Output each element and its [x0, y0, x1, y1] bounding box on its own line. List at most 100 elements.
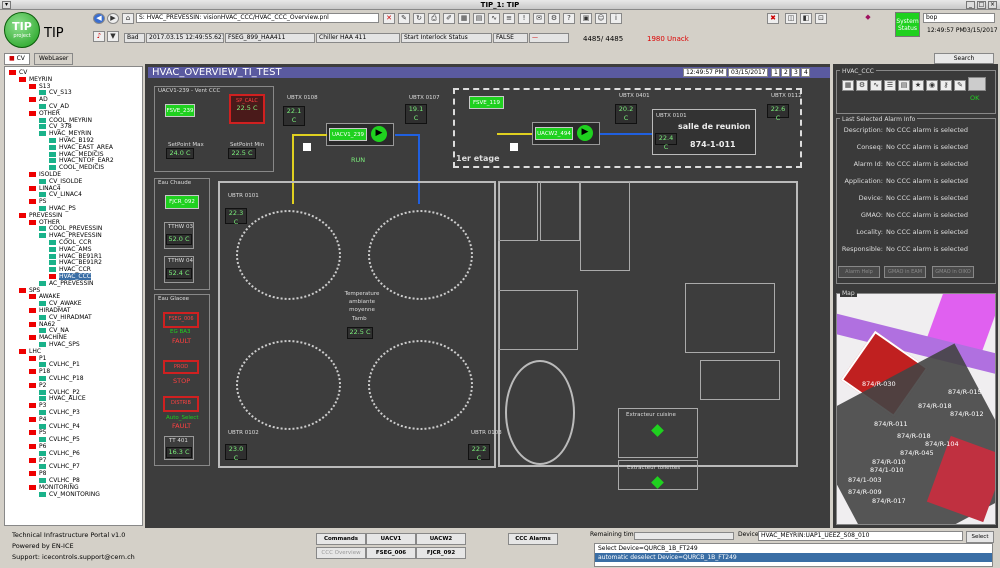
map-room-tag[interactable]: 874/R-015 — [948, 388, 982, 396]
gmao-oiko-button[interactable]: GMAO in OIKO — [932, 266, 974, 278]
map-room-tag[interactable]: 874/R-030 — [862, 380, 896, 388]
map-room-tag[interactable]: 874/1-010 — [870, 466, 903, 474]
book-icon[interactable]: ◆ — [862, 13, 874, 24]
note-icon[interactable]: ✎ — [954, 80, 966, 91]
split-icon[interactable]: ◧ — [800, 13, 812, 24]
tab-weblaser[interactable]: WebLaser — [34, 53, 74, 65]
map-room-tag[interactable]: 874/R-018 — [897, 432, 931, 440]
maximize-icon[interactable]: □ — [977, 1, 986, 9]
alarm-help-button[interactable]: Alarm Help — [838, 266, 880, 278]
minimize-icon[interactable]: _ — [966, 1, 975, 9]
map-room-tag[interactable]: 874/R-010 — [872, 458, 906, 466]
refresh-icon[interactable]: ↻ — [413, 13, 425, 24]
sp-min-value[interactable]: 22.5 C — [228, 148, 256, 159]
mail-icon[interactable]: ✉ — [533, 13, 545, 24]
sensor-ubtx-0101[interactable]: 22.4 C — [655, 133, 677, 151]
close-icon[interactable]: × — [988, 1, 997, 9]
trend-icon[interactable]: ∿ — [488, 13, 500, 24]
prod-button[interactable]: PROD — [163, 360, 199, 374]
alarm-icon[interactable]: ! — [518, 13, 530, 24]
chart-icon[interactable]: ▤ — [473, 13, 485, 24]
map-room-tag[interactable]: 874/R-011 — [874, 420, 908, 428]
uacv1-unit[interactable]: UACV1_239 ▶ — [326, 123, 394, 146]
forward-icon[interactable]: ▶ — [107, 13, 119, 24]
edit-icon[interactable]: ✐ — [443, 13, 455, 24]
globe-icon[interactable]: ◉ — [926, 80, 938, 91]
keyboard-icon[interactable] — [968, 77, 986, 91]
sensor-ubtx-0107[interactable]: 19.1 C — [405, 104, 427, 124]
uacv2-unit[interactable]: UACW2_494 ▶ — [532, 122, 600, 145]
ccc-alarms-button[interactable]: CCC Alarms — [508, 533, 558, 545]
uacw2-button[interactable]: UACW2 — [416, 533, 466, 545]
settings-icon[interactable]: ⚙ — [548, 13, 560, 24]
tthw04-box[interactable]: TTHW 04 52.4 C — [164, 256, 194, 283]
help-icon[interactable]: ? — [563, 13, 575, 24]
unack-counter[interactable]: 1980 Unack — [647, 35, 689, 43]
back-icon[interactable]: ◀ — [93, 13, 105, 24]
overview-icon[interactable]: ▦ — [842, 80, 854, 91]
tools-icon[interactable]: ✎ — [398, 13, 410, 24]
exit-icon[interactable]: ✖ — [767, 13, 779, 24]
map-room-tag[interactable]: 874/1-003 — [848, 476, 881, 484]
search-button[interactable]: Search — [934, 53, 994, 64]
select-button[interactable]: Select — [966, 531, 994, 543]
filter-icon[interactable]: ▼ — [107, 31, 119, 42]
map-room-tag[interactable]: 874/R-009 — [848, 488, 882, 496]
fjcr-092-button[interactable]: FJCR_092 — [165, 195, 199, 209]
window-icon[interactable]: ◫ — [785, 13, 797, 24]
fsve-119-button[interactable]: FSVE_119 — [469, 96, 504, 109]
sensor-ubtr-0103[interactable]: 22.2 C — [468, 444, 490, 462]
sensor-ubtx-0112[interactable]: 22.6 C — [767, 104, 789, 122]
map-room-tag[interactable]: 874/R-104 — [925, 440, 959, 448]
sensor-ubtr-0102[interactable]: 23.0 C — [225, 444, 247, 462]
search-input[interactable]: bop — [923, 13, 995, 23]
distrib-button[interactable]: DISTRIB — [163, 396, 199, 412]
doc-icon[interactable]: ☰ — [884, 80, 896, 91]
gmao-eam-button[interactable]: GMAO in EAM — [884, 266, 926, 278]
grid-icon[interactable]: ▦ — [458, 13, 470, 24]
ccc-overview-button[interactable]: CCC Overview — [316, 547, 366, 559]
commands-button[interactable]: Commands — [316, 533, 366, 545]
device-input[interactable]: HVAC_MEYRIN:UAP1_UEEZ_S08_010 — [758, 531, 963, 541]
sp-calc-box[interactable]: SP_CALC 22.5 C — [229, 94, 265, 124]
sensor-ubtr-0101[interactable]: 22.3 C — [225, 208, 247, 226]
close-panel-icon[interactable]: ✕ — [383, 13, 395, 24]
tamb-value[interactable]: 22.5 C — [347, 327, 373, 339]
bell-icon[interactable]: ♪ — [93, 31, 105, 42]
map-room-tag[interactable]: 874/R-045 — [900, 449, 934, 457]
star-icon[interactable]: ★ — [912, 80, 924, 91]
sensor-ubtx-0401[interactable]: 20.2 C — [615, 104, 637, 124]
tt401-box[interactable]: TT 401 16.3 C — [164, 436, 194, 460]
tree-node[interactable]: AC_PREVESSIN — [39, 280, 94, 288]
system-status-button[interactable]: System Status — [895, 12, 920, 37]
params-icon[interactable]: ⚙ — [856, 80, 868, 91]
trend-ccc-icon[interactable]: ∿ — [870, 80, 882, 91]
fsve-239-button[interactable]: FSVE_239 — [165, 104, 195, 117]
tree-node[interactable]: CV_MONITORING — [39, 491, 100, 499]
uacv1-button[interactable]: UACV1 — [366, 533, 416, 545]
log-entry-1[interactable]: Select Device=QURCB_1B_FT249 — [595, 544, 992, 553]
page-2-button[interactable]: 2 — [781, 68, 790, 77]
fseg-006-footer-button[interactable]: FSEG_006 — [366, 547, 416, 559]
page-3-button[interactable]: 3 — [791, 68, 800, 77]
panel-path-field[interactable]: S: HVAC_PREVESSIN: visionHVAC_CCC/HVAC_C… — [136, 13, 379, 23]
map-room-tag[interactable]: 874/R-012 — [950, 410, 984, 418]
key-icon[interactable]: ⚷ — [940, 80, 952, 91]
map-room-tag[interactable]: 874/R-017 — [872, 497, 906, 505]
log-list[interactable]: Select Device=QURCB_1B_FT249 automatic d… — [594, 543, 993, 567]
fseg-006-button[interactable]: FSEG_006 — [163, 312, 199, 328]
report-icon[interactable]: ▤ — [898, 80, 910, 91]
print-icon[interactable]: ⎙ — [428, 13, 440, 24]
home-icon[interactable]: ⌂ — [122, 13, 134, 24]
tthw03-box[interactable]: TTHW 03 52.0 C — [164, 222, 194, 249]
lock-icon[interactable]: ⊡ — [815, 13, 827, 24]
page-1-button[interactable]: 1 — [771, 68, 780, 77]
tree-node[interactable]: HVAC_SPS — [39, 341, 80, 349]
sp-max-value[interactable]: 24.0 C — [166, 148, 194, 159]
layout-icon[interactable]: ▣ — [580, 13, 592, 24]
user-icon[interactable]: ☺ — [595, 13, 607, 24]
window-menu-icon[interactable]: ▾ — [2, 1, 11, 9]
log-entry-2[interactable]: automatic deselect Device=QURCB_1B_FT249 — [595, 553, 992, 562]
page-4-button[interactable]: 4 — [801, 68, 810, 77]
list-icon[interactable]: ≡ — [503, 13, 515, 24]
